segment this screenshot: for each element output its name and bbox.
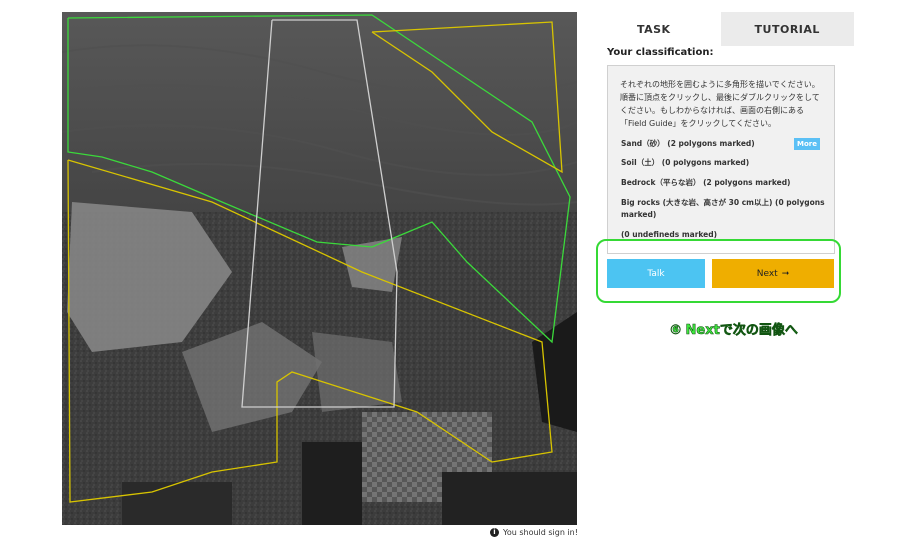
side-panel: TASK TUTORIAL Your classification: それぞれの… — [587, 12, 854, 529]
subject-image[interactable] — [62, 12, 577, 525]
tool-soil[interactable]: Soil（土） (0 polygons marked) — [621, 157, 826, 169]
tab-bar: TASK TUTORIAL — [587, 12, 854, 46]
task-panel: Your classification: それぞれの地形を囲むように多角形を描い… — [587, 46, 854, 529]
task-instructions: それぞれの地形を囲むように多角形を描いでください。順番に頂点をクリックし、最後に… — [620, 80, 820, 128]
step-annotation: ⑥ Nextで次の画像へ — [670, 323, 798, 339]
tab-task[interactable]: TASK — [587, 12, 721, 46]
tool-sand-label: Sand（砂） (2 polygons marked) — [621, 139, 755, 148]
tool-big-rocks[interactable]: Big rocks (大きな岩、高さが 30 cm以上) (0 polygons… — [621, 197, 826, 221]
info-icon: i — [490, 528, 499, 537]
more-button[interactable]: More — [794, 138, 820, 150]
task-question-box: それぞれの地形を囲むように多角形を描いでください。順番に頂点をクリックし、最後に… — [607, 65, 835, 242]
tool-big-rocks-label: Big rocks (大きな岩、高さが 30 cm以上) (0 polygons… — [621, 198, 825, 219]
next-highlight-box — [596, 239, 841, 303]
tool-bedrock[interactable]: Bedrock（平らな岩） (2 polygons marked) — [621, 177, 826, 189]
terrain-image[interactable] — [62, 12, 577, 525]
signin-notice[interactable]: i You should sign in! — [490, 528, 578, 537]
tab-tutorial[interactable]: TUTORIAL — [720, 12, 854, 46]
signin-text[interactable]: You should sign in! — [503, 528, 578, 537]
tool-soil-label: Soil（土） (0 polygons marked) — [621, 158, 750, 167]
classification-title: Your classification: — [607, 47, 714, 58]
tool-undefined-label: (0 undefineds marked) — [621, 230, 718, 239]
tool-bedrock-label: Bedrock（平らな岩） (2 polygons marked) — [621, 178, 791, 187]
